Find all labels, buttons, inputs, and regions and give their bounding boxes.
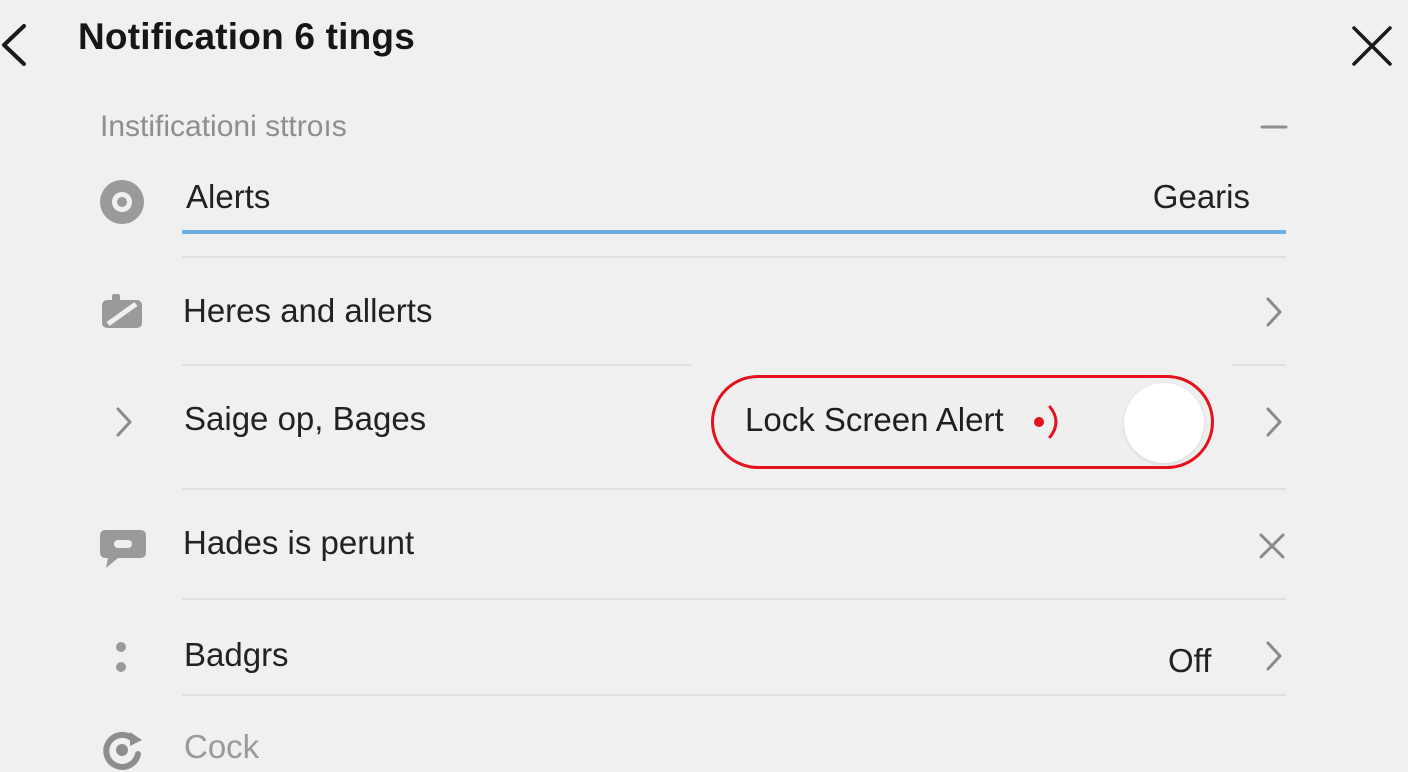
back-button[interactable] (0, 20, 40, 70)
chevron-right-icon[interactable] (1262, 406, 1286, 438)
chevron-left-icon (2, 24, 26, 66)
settings-row-label: Badgrs (184, 636, 289, 673)
page-title: Notification 6 tings (78, 16, 415, 57)
close-button[interactable] (1350, 24, 1394, 68)
chevron-right-icon (112, 406, 136, 438)
settings-row-badgrs[interactable]: Badgrs Off (96, 628, 1288, 688)
settings-row-value: Off (1168, 642, 1212, 679)
refresh-icon (100, 728, 144, 772)
close-icon (1352, 26, 1392, 66)
settings-row-hades-is-perunt[interactable]: Hades is perunt (96, 516, 1288, 576)
divider (182, 488, 1286, 490)
settings-row-label: Alerts (186, 178, 271, 215)
chevron-right-icon (1262, 640, 1286, 672)
settings-row-heres-and-allerts[interactable]: Heres and allerts (96, 282, 1288, 342)
target-icon (98, 178, 146, 226)
close-icon[interactable] (1258, 532, 1286, 560)
chat-bubble-icon (98, 526, 148, 570)
settings-row-saige-op-bages[interactable]: Saige op, Bages (96, 392, 696, 452)
section-title: Instificationi sttroıs (100, 110, 347, 143)
settings-row-label: Heres and allerts (183, 292, 433, 329)
divider (182, 256, 1286, 258)
divider (1232, 364, 1286, 366)
divider (182, 694, 1286, 696)
chevron-right-icon (1262, 296, 1286, 328)
lock-screen-alert-label: Lock Screen Alert (745, 401, 1004, 438)
settings-row-label: Saige op, Bages (184, 400, 427, 437)
dots-icon (114, 640, 128, 674)
settings-row-cock[interactable]: Cock (96, 724, 1288, 770)
minus-icon (1260, 125, 1288, 129)
collapse-section-button[interactable] (1258, 114, 1290, 140)
lock-screen-toggle-knob[interactable] (1124, 383, 1204, 463)
settings-row-alerts[interactable]: Alerts Gearis (96, 172, 1288, 236)
settings-row-label: Hades is perunt (183, 524, 415, 561)
edit-tag-icon (100, 292, 146, 332)
settings-row-value: Gearis (1152, 178, 1250, 215)
selected-underline (182, 230, 1286, 234)
sound-indicator-icon (1030, 402, 1064, 442)
divider (182, 598, 1286, 600)
settings-row-label: Cock (184, 728, 260, 765)
divider (182, 364, 692, 366)
